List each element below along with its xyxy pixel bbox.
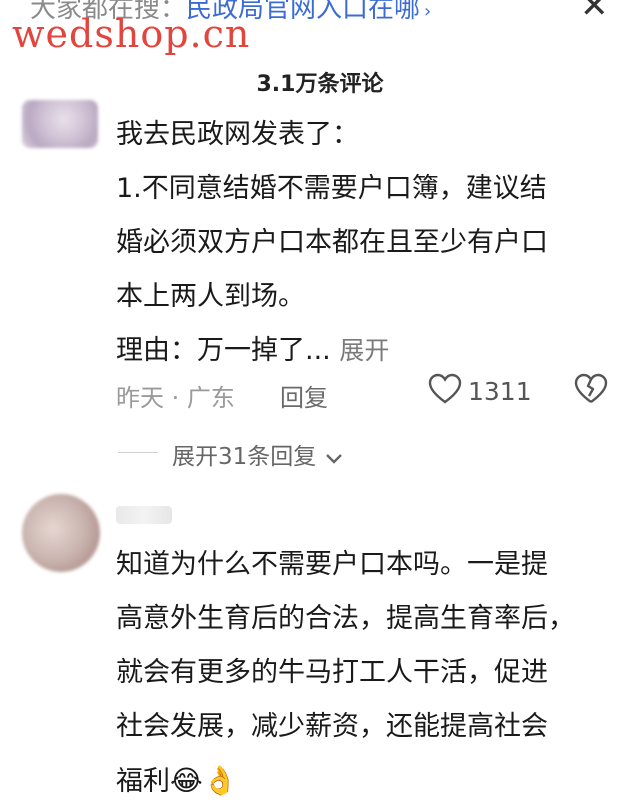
- divider: [118, 452, 158, 453]
- comment-body: 知道为什么不需要户口本吗。一是提 高意外生育后的合法，提高生育率后， 就会有更多…: [116, 538, 575, 809]
- comment-line: 理由：万一掉了...: [116, 335, 331, 366]
- watermark: wedshop.cn: [12, 12, 251, 56]
- comment-line: 知道为什么不需要户口本吗。一是提: [116, 549, 548, 580]
- comment-line: 高意外生育后的合法，提高生育率后，: [116, 603, 575, 634]
- close-icon[interactable]: ✕: [580, 0, 609, 26]
- reply-button[interactable]: 回复: [280, 378, 328, 413]
- heart-icon[interactable]: [428, 373, 462, 413]
- comment-line: 社会发展，减少薪资，还能提高社会: [116, 711, 548, 742]
- expand-replies-label: 展开31条回复: [172, 444, 317, 470]
- avatar[interactable]: [22, 494, 100, 572]
- comment-line: 福利: [116, 766, 170, 797]
- comment-time-location: 昨天 · 广东: [116, 384, 235, 412]
- comment-line: 本上两人到场。: [116, 281, 305, 312]
- comment-line: 我去民政网发表了：: [116, 119, 359, 150]
- comment-line: 婚必须双方户口本都在且至少有户口: [116, 227, 548, 258]
- comments-header: 3.1万条评论: [256, 72, 384, 97]
- expand-comment-button[interactable]: 展开: [339, 336, 389, 365]
- broken-heart-icon[interactable]: [574, 373, 608, 413]
- comment-line: 1.不同意结婚不需要户口簿，建议结: [116, 173, 547, 204]
- emoji-laugh-ok-icon: 😂👌: [170, 764, 238, 797]
- comment-body: 我去民政网发表了： 1.不同意结婚不需要户口簿，建议结 婚必须双方户口本都在且至…: [116, 108, 548, 378]
- chevron-down-icon: [324, 445, 344, 471]
- comment-line: 就会有更多的牛马打工人干活，促进: [116, 657, 548, 688]
- expand-replies-button[interactable]: 展开31条回复: [172, 437, 344, 471]
- search-icon: ›: [424, 1, 432, 22]
- avatar[interactable]: [22, 100, 98, 148]
- like-count: 1311: [468, 377, 532, 406]
- username[interactable]: [116, 506, 172, 524]
